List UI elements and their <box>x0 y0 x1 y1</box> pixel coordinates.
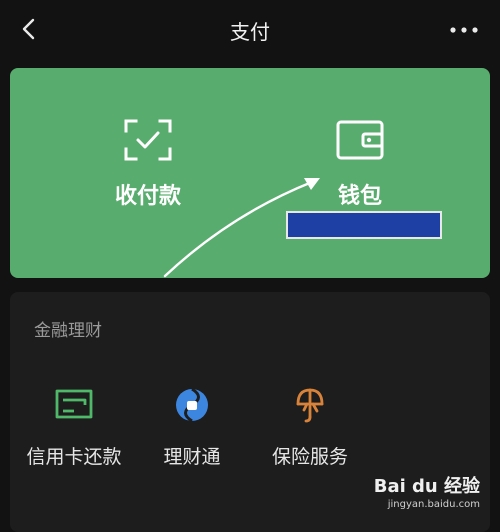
more-options-button[interactable] <box>446 20 482 40</box>
redaction-box <box>286 211 442 239</box>
insurance-icon <box>296 388 324 423</box>
credit-card-repay-button[interactable]: 信用卡还款 <box>14 384 134 474</box>
top-nav-bar: 支付 <box>0 0 500 60</box>
insurance-service-label: 保险服务 <box>271 446 348 468</box>
credit-card-icon <box>55 389 93 419</box>
wallet-label: 钱包 <box>337 184 382 209</box>
licaitong-button[interactable]: 理财通 <box>132 384 252 474</box>
payment-card: 收付款 钱包 <box>10 68 490 278</box>
scan-check-icon <box>124 119 172 161</box>
credit-card-repay-label: 信用卡还款 <box>26 446 122 468</box>
licaitong-label: 理财通 <box>163 446 221 468</box>
wallet-icon <box>336 120 384 160</box>
watermark-brand: Bai du 经验 <box>373 476 480 497</box>
receive-pay-button[interactable]: 收付款 <box>98 110 198 220</box>
wallet-button[interactable]: 钱包 <box>310 110 410 220</box>
licaitong-icon <box>176 387 208 423</box>
finance-title: 金融理财 <box>34 321 102 341</box>
receive-pay-label: 收付款 <box>114 184 181 209</box>
insurance-service-button[interactable]: 保险服务 <box>250 384 370 474</box>
page-title: 支付 <box>230 20 270 44</box>
baidu-jingyan-watermark: Bai du 经验 jingyan.baidu.com <box>374 472 480 510</box>
watermark-url: jingyan.baidu.com <box>387 499 480 510</box>
more-horizontal-icon <box>450 27 478 33</box>
